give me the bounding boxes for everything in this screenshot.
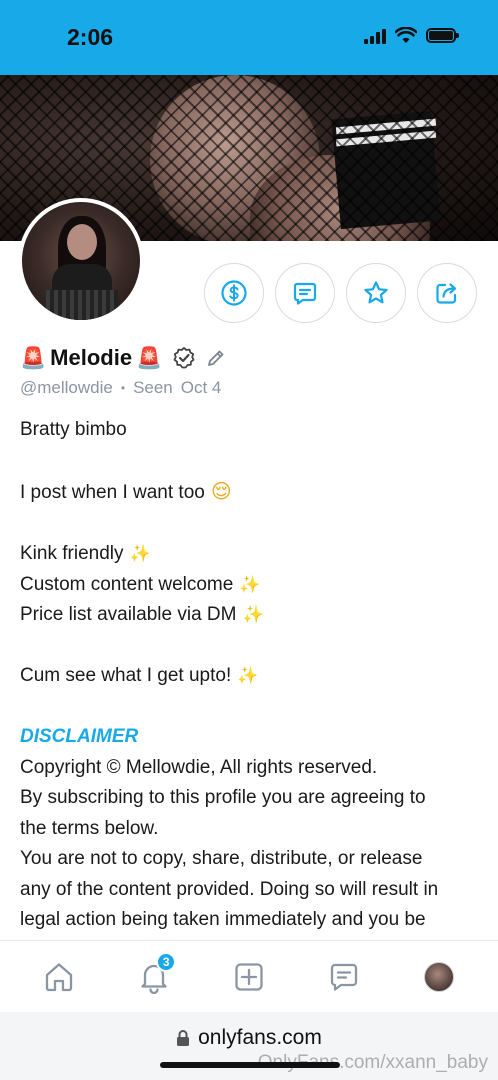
bio-line: Cum see what I get upto! ✨ [20, 665, 259, 686]
notifications-badge: 3 [156, 951, 177, 972]
edit-icon[interactable] [206, 348, 226, 368]
bio-blank-line [20, 631, 480, 662]
nav-notifications[interactable]: 3 [128, 951, 180, 1003]
home-icon [46, 962, 73, 991]
plus-square-icon [235, 962, 263, 991]
chat-icon [330, 963, 357, 991]
star-icon [364, 281, 388, 304]
signal-icon [364, 28, 386, 44]
last-seen-date: Oct 4 [180, 378, 222, 397]
bio-line: legal action being taken immediately and… [20, 909, 426, 930]
share-button[interactable] [417, 263, 477, 323]
bio-line: Copyright © Mellowdie, All rights reserv… [20, 756, 378, 778]
bio-line: Bratty bimbo [20, 419, 127, 440]
profile-avatar[interactable] [18, 198, 144, 324]
bio-line: By subscribing to this profile you are a… [20, 787, 426, 808]
nav-add-post[interactable] [223, 951, 275, 1003]
last-seen-label: Seen [133, 378, 173, 397]
disclaimer-heading: DISCLAIMER [20, 726, 139, 747]
profile-handle-row: @mellowdie • Seen Oct 4 [20, 378, 221, 398]
url-display: onlyfans.com [0, 1026, 498, 1050]
profile-handle: @mellowdie [20, 378, 113, 397]
status-icons [364, 27, 459, 44]
favorite-button[interactable] [346, 263, 406, 323]
bio-line: Kink friendly ✨ [20, 543, 151, 564]
dollar-circle-icon [221, 280, 247, 306]
nav-avatar [423, 961, 454, 992]
profile-name-row: 🚨 Melodie 🚨 [20, 343, 226, 373]
status-bar: 2:06 [0, 0, 498, 75]
sparkles-icon: ✨ [242, 605, 264, 625]
relieved-face-icon: 😌 [210, 479, 232, 503]
sparkles-icon: ✨ [129, 544, 151, 564]
bio-blank-line [20, 446, 480, 477]
bottom-nav: 3 [0, 940, 498, 1012]
sparkles-icon: ✨ [239, 574, 261, 595]
message-icon [293, 282, 317, 305]
lock-icon [177, 1030, 190, 1046]
bio-line: the terms below. [20, 817, 159, 839]
bio-line: You are not to copy, share, distribute, … [20, 848, 423, 869]
bio-line: Custom content welcome ✨ [20, 573, 261, 595]
bio-line: any of the content provided. Doing so wi… [20, 878, 439, 900]
profile-name: Melodie [50, 345, 133, 370]
share-icon [436, 283, 457, 304]
status-time: 2:06 [67, 24, 114, 50]
bio-line: Price list available via DM ✨ [20, 604, 264, 625]
nav-home[interactable] [33, 951, 85, 1003]
tip-button[interactable] [204, 263, 264, 323]
battery-icon [426, 28, 459, 43]
bio-blank-line [20, 509, 480, 540]
home-indicator[interactable] [160, 1062, 340, 1068]
siren-icon: 🚨 [20, 345, 47, 370]
separator-dot: • [120, 381, 126, 395]
profile-bio: Bratty bimbo I post when I want too 😌 Kin… [20, 415, 480, 936]
wifi-icon [395, 27, 417, 43]
nav-chats[interactable] [318, 951, 370, 1003]
message-button[interactable] [275, 263, 335, 323]
siren-icon: 🚨 [136, 345, 163, 370]
verified-icon [173, 347, 195, 369]
bio-blank-line [20, 692, 480, 723]
bio-line: I post when I want too 😌 [20, 479, 232, 503]
url-text: onlyfans.com [198, 1026, 322, 1049]
sparkles-icon: ✨ [237, 666, 259, 686]
nav-profile[interactable] [413, 951, 465, 1003]
